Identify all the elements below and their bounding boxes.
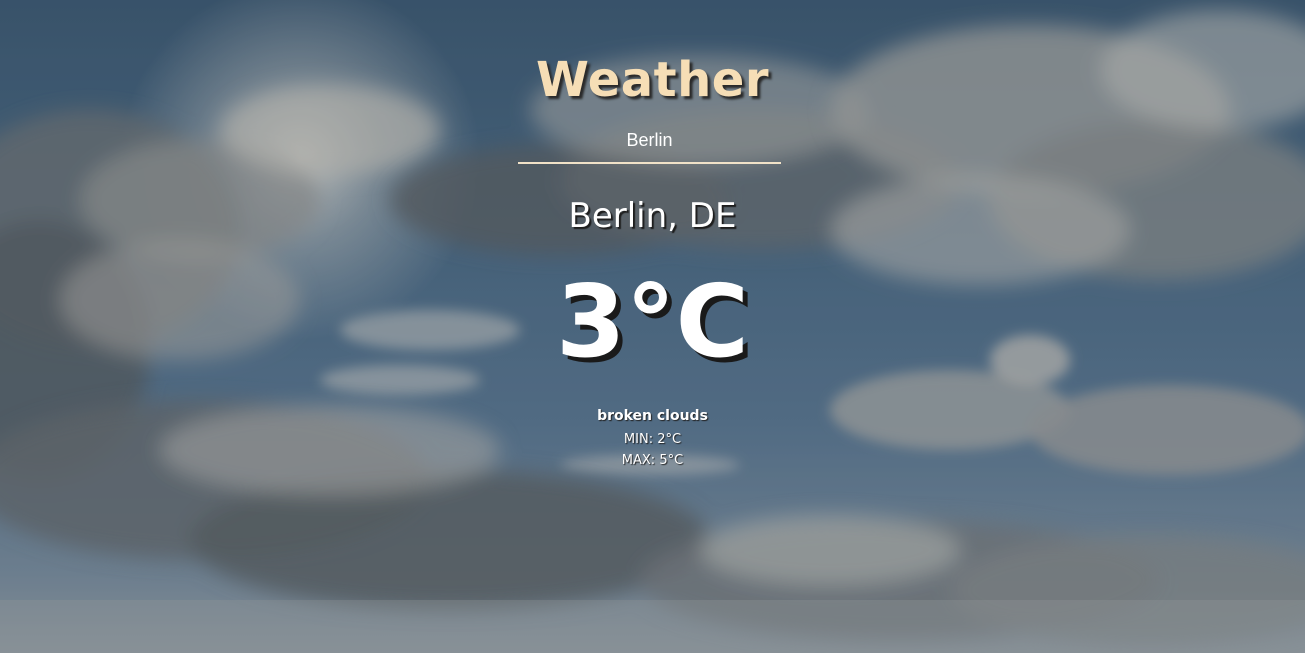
max-temperature: MAX: 5°C xyxy=(621,453,684,468)
location-label: Berlin, DE xyxy=(568,196,737,236)
min-temperature: MIN: 2°C xyxy=(623,432,682,447)
search-field-wrapper xyxy=(518,122,781,164)
weather-panel: Weather Berlin, DE 3°C broken clouds MIN… xyxy=(0,0,1305,653)
city-search-input[interactable] xyxy=(518,122,781,158)
temperature-value: 3°C xyxy=(556,263,749,380)
app-title: Weather xyxy=(535,52,770,108)
app-background: Weather Berlin, DE 3°C broken clouds MIN… xyxy=(0,0,1305,653)
weather-description: broken clouds xyxy=(597,408,708,424)
